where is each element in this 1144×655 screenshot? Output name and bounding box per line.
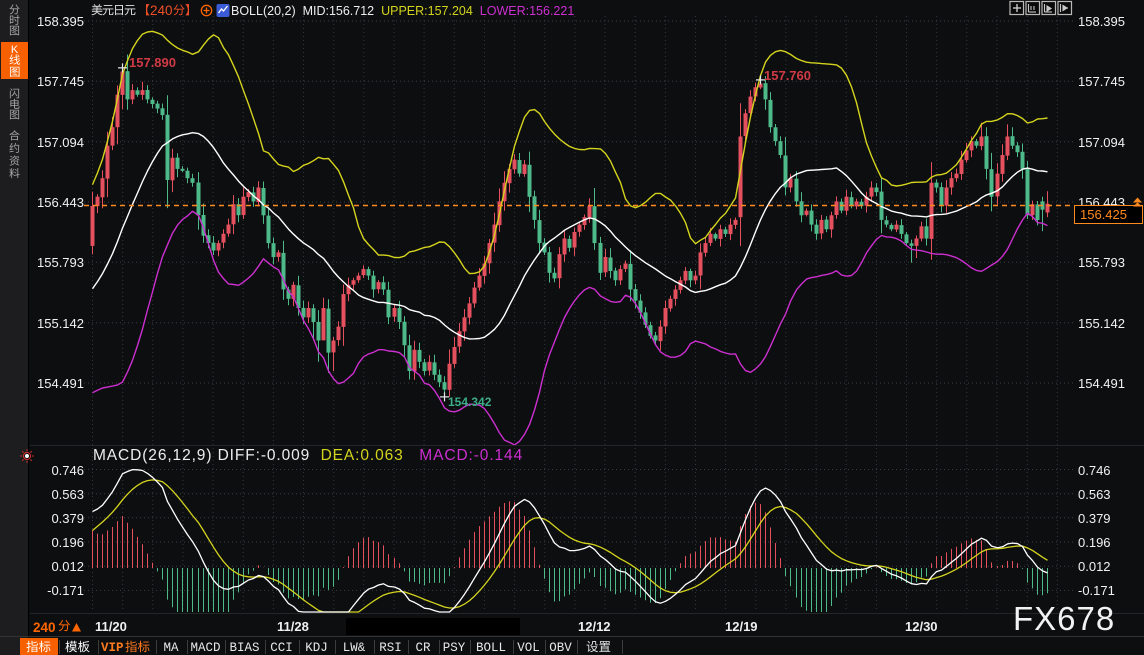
svg-text:LW&: LW& (343, 641, 366, 655)
svg-text:OBV: OBV (549, 641, 572, 655)
svg-text:CR: CR (415, 641, 431, 655)
svg-text:RSI: RSI (379, 641, 402, 655)
svg-text:BIAS: BIAS (229, 641, 259, 655)
svg-text:240: 240 (33, 620, 56, 635)
svg-text:VOL: VOL (517, 641, 540, 655)
svg-text:240: 240 (150, 3, 173, 18)
svg-text:PSY: PSY (443, 641, 466, 655)
svg-text:MACD: MACD (190, 641, 220, 655)
svg-text:CCI: CCI (270, 641, 293, 655)
svg-text:MA: MA (163, 641, 179, 655)
svg-text:VIP: VIP (101, 641, 124, 655)
svg-text:K: K (11, 44, 19, 56)
svg-text:KDJ: KDJ (305, 641, 328, 655)
svg-text:BOLL: BOLL (476, 641, 506, 655)
